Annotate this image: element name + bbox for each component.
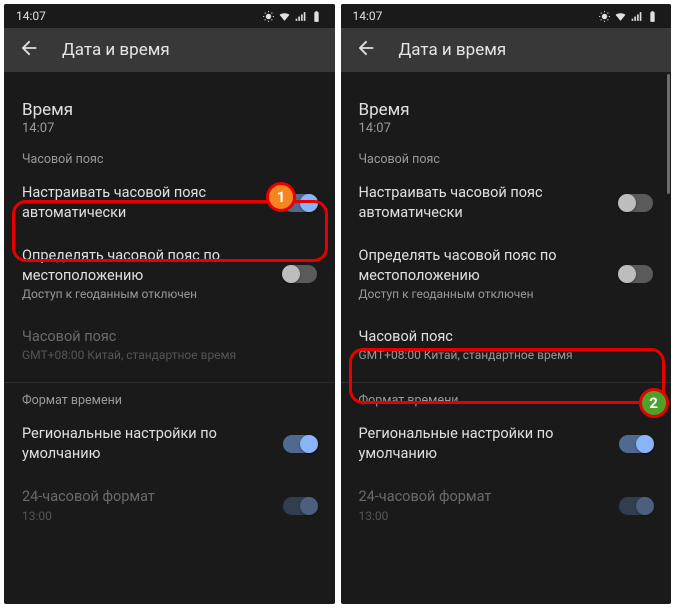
time-value: 14:07 <box>22 121 317 136</box>
brightness-icon <box>598 10 611 23</box>
location-timezone-toggle[interactable] <box>619 265 653 283</box>
battery-icon <box>310 10 323 23</box>
location-timezone-label: Определять часовой пояс по местоположени… <box>359 246 610 285</box>
tz-section-label: Часовой пояс <box>22 152 317 167</box>
format-section-header: Формат времени <box>4 389 335 412</box>
24h-format-toggle <box>619 497 653 515</box>
battery-icon <box>646 10 659 23</box>
back-button[interactable] <box>18 37 40 63</box>
auto-timezone-row[interactable]: Настраивать часовой пояс автоматически <box>341 171 672 234</box>
status-time: 14:07 <box>353 9 383 23</box>
location-timezone-toggle[interactable] <box>283 265 317 283</box>
wifi-icon <box>278 10 291 23</box>
timezone-label: Часовой пояс <box>359 327 644 347</box>
24h-format-label: 24-часовой формат <box>22 487 273 507</box>
location-timezone-label: Определять часовой пояс по местоположени… <box>22 246 273 285</box>
app-bar: Дата и время <box>4 28 335 72</box>
tz-section-header: Часовой пояс <box>341 140 672 171</box>
timezone-sub: GMT+08:00 Китай, стандартное время <box>22 348 307 364</box>
regional-defaults-label: Региональные настройки по умолчанию <box>22 424 273 463</box>
format-section-header: Формат времени <box>341 389 672 412</box>
time-section[interactable]: Время 14:07 <box>341 78 672 140</box>
time-value: 14:07 <box>359 121 654 136</box>
24h-format-label: 24-часовой формат <box>359 487 610 507</box>
timezone-label: Часовой пояс <box>22 327 307 347</box>
timezone-sub: GMT+08:00 Китай, стандартное время <box>359 348 644 364</box>
regional-defaults-row[interactable]: Региональные настройки по умолчанию <box>4 412 335 475</box>
tz-section-header: Часовой пояс <box>4 140 335 171</box>
signal-icon <box>630 10 643 23</box>
auto-timezone-toggle[interactable] <box>619 194 653 212</box>
scrollbar[interactable] <box>667 74 670 194</box>
marker-badge-2: 2 <box>639 388 669 418</box>
divider <box>341 382 672 383</box>
24h-format-sub: 13:00 <box>359 509 610 525</box>
time-label: Время <box>359 100 654 120</box>
location-timezone-row[interactable]: Определять часовой пояс по местоположени… <box>4 234 335 315</box>
status-bar: 14:07 <box>4 4 335 28</box>
status-icons <box>598 10 659 23</box>
status-bar: 14:07 <box>341 4 672 28</box>
status-time: 14:07 <box>16 9 46 23</box>
auto-timezone-label: Настраивать часовой пояс автоматически <box>359 183 610 222</box>
auto-timezone-label: Настраивать часовой пояс автоматически <box>22 183 273 222</box>
phone-screen-right: 14:07 Дата и время Время 14:07 Часовой п… <box>341 4 672 604</box>
app-bar-title: Дата и время <box>399 40 507 60</box>
marker-badge-1: 1 <box>266 182 296 212</box>
back-button[interactable] <box>355 37 377 63</box>
settings-list: Время 14:07 Часовой пояс Настраивать час… <box>341 72 672 542</box>
24h-format-toggle <box>283 497 317 515</box>
location-timezone-sub: Доступ к геоданным отключен <box>359 287 610 303</box>
24h-format-row: 24-часовой формат 13:00 <box>4 475 335 536</box>
phone-screen-left: 14:07 Дата и время Время 14:07 Часовой п… <box>4 4 335 604</box>
location-timezone-row[interactable]: Определять часовой пояс по местоположени… <box>341 234 672 315</box>
wifi-icon <box>614 10 627 23</box>
app-bar: Дата и время <box>341 28 672 72</box>
signal-icon <box>294 10 307 23</box>
status-icons <box>262 10 323 23</box>
time-section[interactable]: Время 14:07 <box>4 78 335 140</box>
format-section-label: Формат времени <box>22 393 317 408</box>
app-bar-title: Дата и время <box>62 40 170 60</box>
regional-defaults-row[interactable]: Региональные настройки по умолчанию <box>341 412 672 475</box>
timezone-row: Часовой пояс GMT+08:00 Китай, стандартно… <box>4 315 335 376</box>
location-timezone-sub: Доступ к геоданным отключен <box>22 287 273 303</box>
settings-list: Время 14:07 Часовой пояс Настраивать час… <box>4 72 335 542</box>
24h-format-row: 24-часовой формат 13:00 <box>341 475 672 536</box>
format-section-label: Формат времени <box>359 393 654 408</box>
brightness-icon <box>262 10 275 23</box>
regional-defaults-label: Региональные настройки по умолчанию <box>359 424 610 463</box>
divider <box>4 382 335 383</box>
arrow-back-icon <box>18 37 40 59</box>
arrow-back-icon <box>355 37 377 59</box>
24h-format-sub: 13:00 <box>22 509 273 525</box>
tz-section-label: Часовой пояс <box>359 152 654 167</box>
timezone-row[interactable]: Часовой пояс GMT+08:00 Китай, стандартно… <box>341 315 672 376</box>
time-label: Время <box>22 100 317 120</box>
regional-defaults-toggle[interactable] <box>619 435 653 453</box>
regional-defaults-toggle[interactable] <box>283 435 317 453</box>
